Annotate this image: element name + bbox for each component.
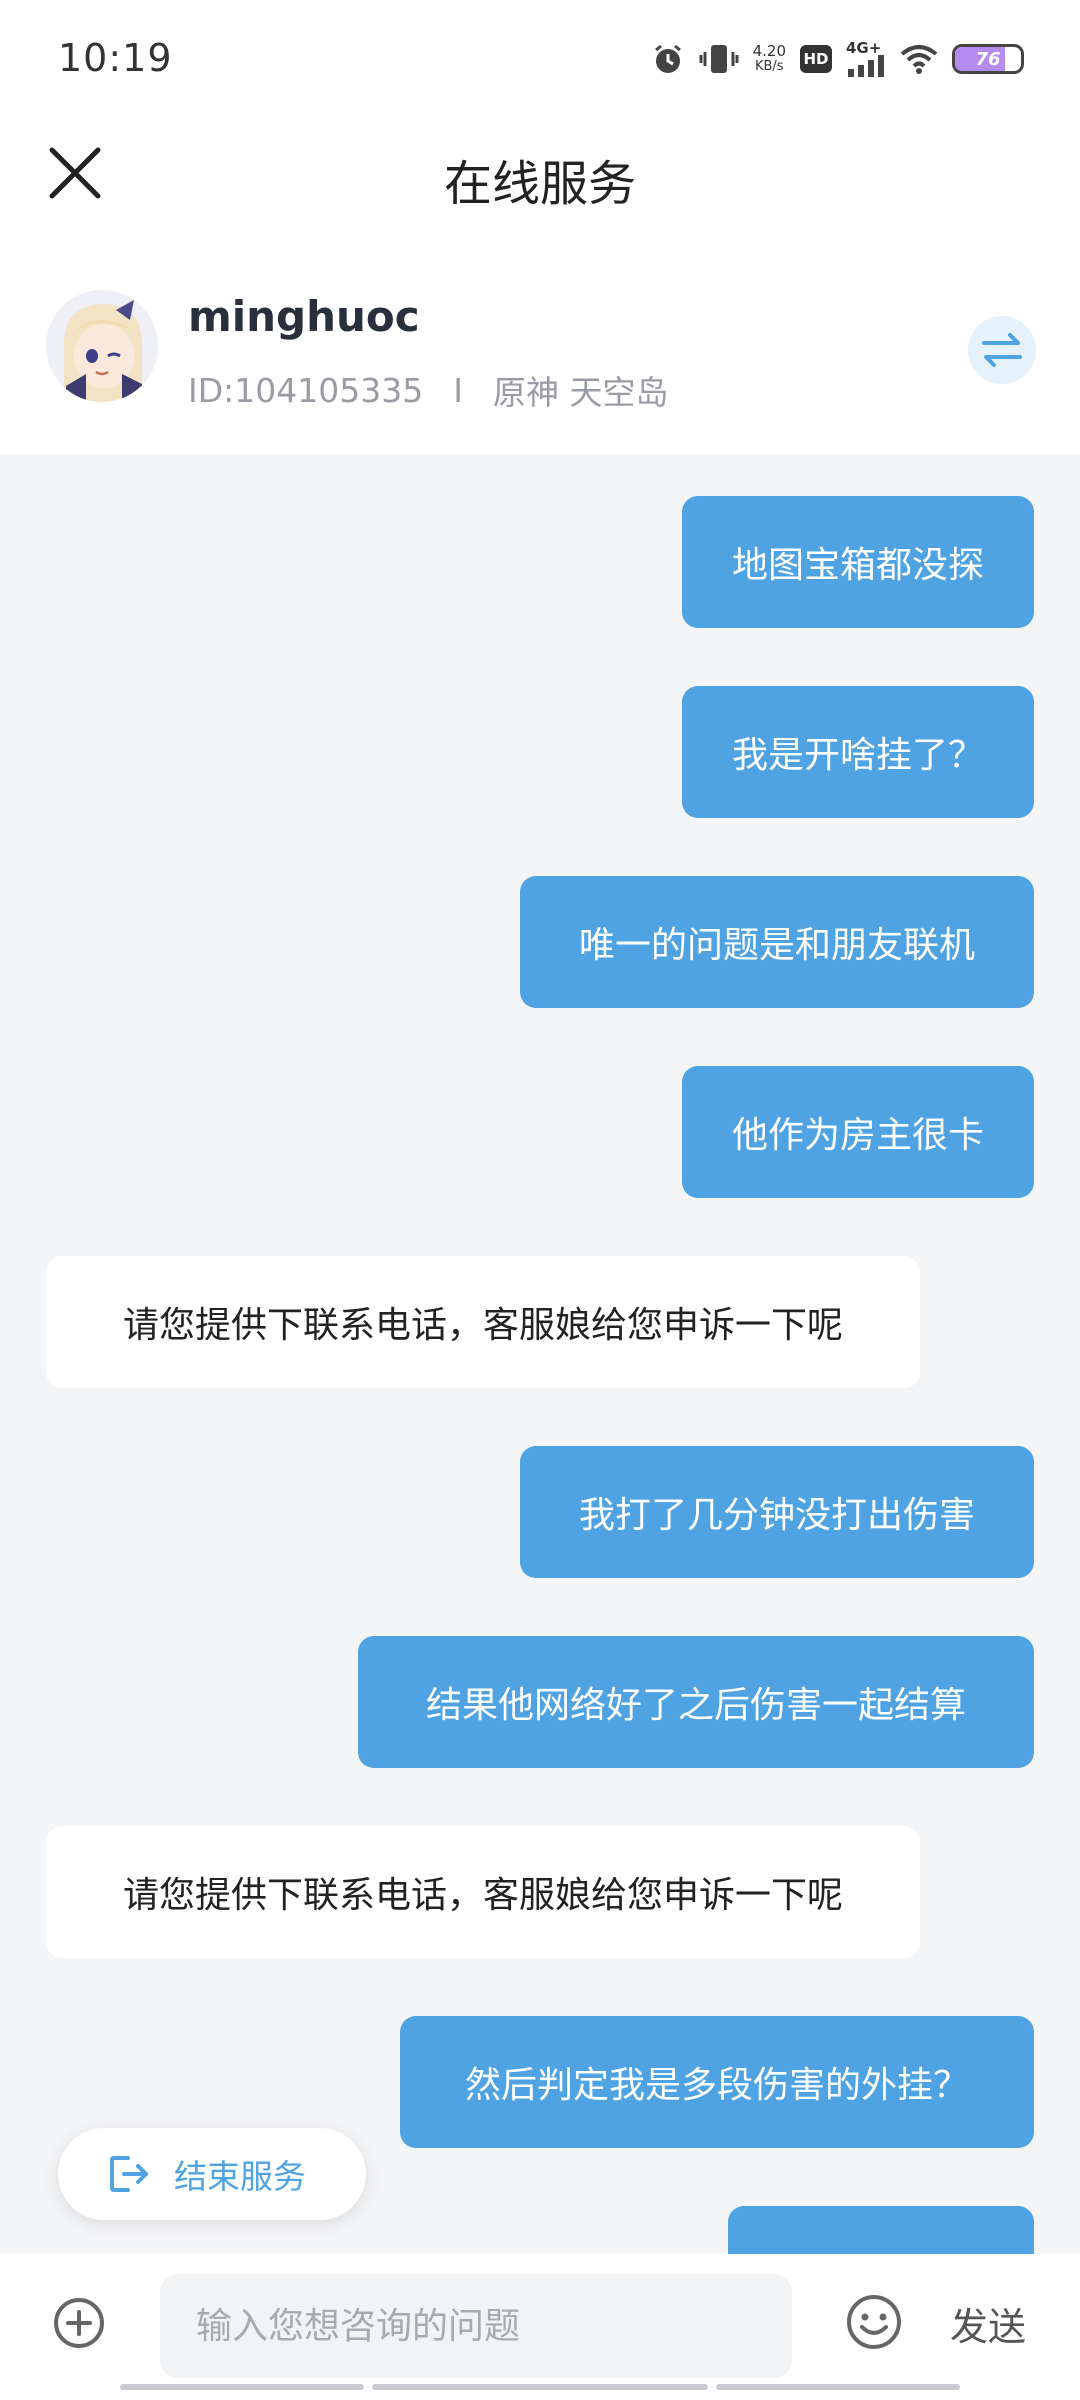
attach-button[interactable] <box>52 2296 106 2350</box>
message-incoming: 请您提供下联系电话，客服娘给您申诉一下呢 <box>46 1826 920 1958</box>
alarm-icon <box>651 42 685 76</box>
net-speed: 4.20 KB/s <box>753 43 786 75</box>
emoji-icon <box>847 2295 901 2349</box>
message-outgoing-partial <box>728 2206 1034 2254</box>
message-input[interactable] <box>160 2274 792 2378</box>
user-id: ID:104105335 <box>188 370 424 410</box>
send-button[interactable]: 发送 <box>950 2296 1026 2351</box>
user-profile: minghuoc ID:104105335 I 原神 天空岛 <box>0 228 1080 454</box>
net-speed-unit: KB/s <box>754 59 784 74</box>
input-bar: 发送 <box>0 2254 1080 2400</box>
message-outgoing: 结果他网络好了之后伤害一起结算 <box>358 1636 1034 1768</box>
page-title: 在线服务 <box>443 156 636 212</box>
username: minghuoc <box>188 292 420 341</box>
home-indicator-segment <box>372 2384 708 2390</box>
exit-icon <box>110 2156 148 2192</box>
chat-area[interactable]: 地图宝箱都没探 我是开啥挂了？ 唯一的问题是和朋友联机 他作为房主很卡 请您提供… <box>0 454 1080 2254</box>
swap-arrows-icon <box>982 333 1022 367</box>
game-server: 原神 天空岛 <box>492 373 669 412</box>
vibrate-icon <box>699 42 739 76</box>
status-bar: 10:19 4.20 KB/s HD 4G+ 76 <box>0 0 1080 118</box>
message-outgoing: 地图宝箱都没探 <box>682 496 1034 628</box>
plus-icon <box>54 2298 104 2348</box>
message-outgoing: 唯一的问题是和朋友联机 <box>520 876 1034 1008</box>
home-indicator <box>120 2384 960 2392</box>
message-incoming: 请您提供下联系电话，客服娘给您申诉一下呢 <box>46 1256 920 1388</box>
emoji-button[interactable] <box>844 2292 904 2352</box>
battery-icon: 76 <box>952 44 1024 74</box>
meta-separator: I <box>453 370 463 410</box>
status-time: 10:19 <box>58 36 173 80</box>
end-service-button[interactable]: 结束服务 <box>58 2128 366 2220</box>
status-icons: 4.20 KB/s HD 4G+ 76 <box>651 38 1024 80</box>
avatar <box>46 290 158 402</box>
battery-level: 76 <box>975 48 1001 70</box>
cellular-signal-icon: 4G+ <box>846 41 886 77</box>
switch-account-button[interactable] <box>968 316 1036 384</box>
user-meta: ID:104105335 I 原神 天空岛 <box>188 366 668 414</box>
network-type-label: 4G+ <box>846 39 882 57</box>
end-service-label: 结束服务 <box>174 2157 306 2196</box>
net-speed-value: 4.20 <box>752 42 786 60</box>
home-indicator-segment <box>716 2384 960 2390</box>
header: 在线服务 <box>0 118 1080 228</box>
wifi-icon <box>900 44 938 74</box>
message-outgoing: 他作为房主很卡 <box>682 1066 1034 1198</box>
home-indicator-segment <box>120 2384 364 2390</box>
hd-badge: HD <box>800 45 832 73</box>
message-outgoing: 然后判定我是多段伤害的外挂？ <box>400 2016 1034 2148</box>
message-outgoing: 我打了几分钟没打出伤害 <box>520 1446 1034 1578</box>
message-outgoing: 我是开啥挂了？ <box>682 686 1034 818</box>
